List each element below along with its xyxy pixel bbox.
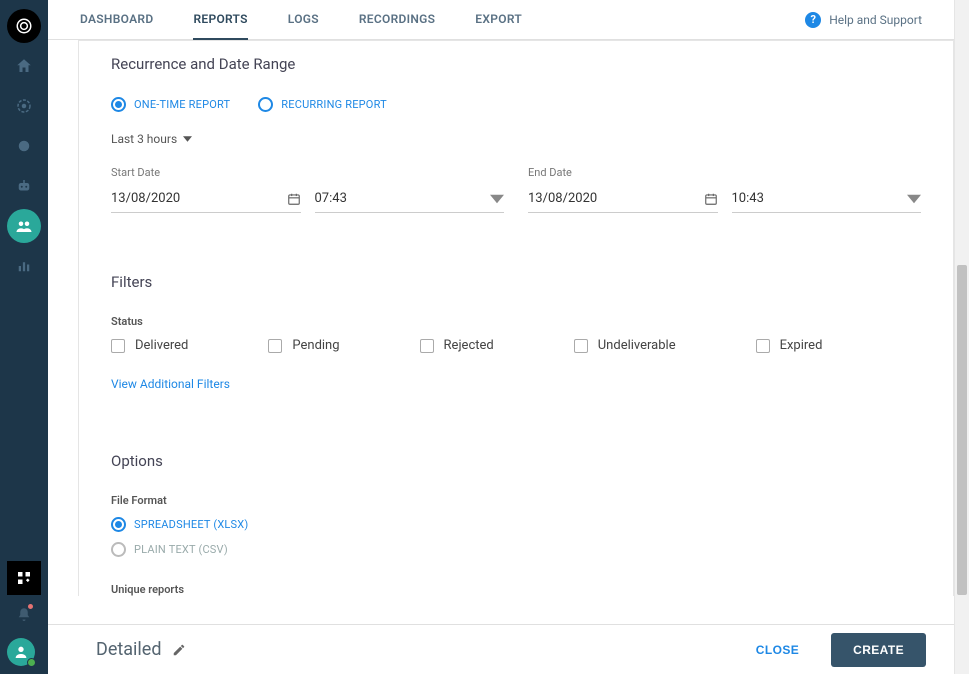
notification-dot-icon xyxy=(28,604,33,609)
status-undeliverable-label: Undeliverable xyxy=(598,338,676,353)
end-date-value: 13/08/2020 xyxy=(528,191,597,206)
tab-export[interactable]: EXPORT xyxy=(475,0,522,40)
end-date-group: End Date 13/08/2020 10:43 xyxy=(528,166,921,213)
status-pending-checkbox[interactable]: Pending xyxy=(268,338,339,353)
status-delivered-checkbox[interactable]: Delivered xyxy=(111,338,188,353)
sidebar-people[interactable] xyxy=(7,209,41,243)
radio-off-icon xyxy=(258,97,273,112)
grid-add-icon xyxy=(15,569,33,587)
report-name: Detailed xyxy=(96,639,186,660)
recurring-radio-label: RECURRING REPORT xyxy=(281,98,387,111)
close-button[interactable]: CLOSE xyxy=(734,633,821,667)
sidebar-notifications[interactable] xyxy=(7,598,41,632)
checkbox-icon xyxy=(756,339,770,353)
tab-recordings[interactable]: RECORDINGS xyxy=(359,0,435,40)
start-date-label: Start Date xyxy=(111,166,504,179)
radio-on-icon xyxy=(111,97,126,112)
sidebar-bottom xyxy=(7,558,41,674)
end-time-input[interactable]: 10:43 xyxy=(732,185,922,213)
footer-bar: Detailed CLOSE CREATE xyxy=(48,624,954,674)
sidebar-logo[interactable] xyxy=(7,9,41,43)
one-time-radio-label: ONE-TIME REPORT xyxy=(134,98,230,111)
user-icon xyxy=(13,644,29,660)
caret-down-icon xyxy=(907,192,921,206)
spiral-icon xyxy=(15,17,33,35)
target-icon xyxy=(15,97,33,115)
filters-section: Filters Status Delivered Pending Rejecte… xyxy=(78,253,954,433)
status-label: Status xyxy=(111,315,921,328)
start-date-input[interactable]: 13/08/2020 xyxy=(111,185,301,213)
status-rejected-label: Rejected xyxy=(444,338,494,353)
left-sidebar xyxy=(0,0,48,674)
sidebar-moon[interactable] xyxy=(7,129,41,163)
top-tabbar: DASHBOARD REPORTS LOGS RECORDINGS EXPORT… xyxy=(48,0,954,40)
report-form: Recurrence and Date Range ONE-TIME REPOR… xyxy=(78,40,954,624)
start-time-input[interactable]: 07:43 xyxy=(315,185,505,213)
sidebar-profile[interactable] xyxy=(7,638,35,666)
tab-logs[interactable]: LOGS xyxy=(288,0,319,40)
end-date-label: End Date xyxy=(528,166,921,179)
calendar-icon xyxy=(704,192,718,206)
file-format-label: File Format xyxy=(111,494,921,507)
start-time-value: 07:43 xyxy=(315,191,347,206)
radio-off-icon xyxy=(111,542,126,557)
format-xlsx-label: SPREADSHEET (XLSX) xyxy=(134,518,248,531)
status-expired-label: Expired xyxy=(780,338,823,353)
status-undeliverable-checkbox[interactable]: Undeliverable xyxy=(574,338,676,353)
view-additional-filters-link[interactable]: View Additional Filters xyxy=(111,377,230,391)
help-icon: ? xyxy=(805,12,821,28)
range-preset-label: Last 3 hours xyxy=(111,132,177,146)
help-label: Help and Support xyxy=(829,13,922,27)
caret-down-icon xyxy=(183,136,192,142)
start-date-value: 13/08/2020 xyxy=(111,191,180,206)
bot-icon xyxy=(15,177,33,195)
report-name-text: Detailed xyxy=(96,639,162,660)
options-title: Options xyxy=(111,452,921,470)
options-section: Options File Format SPREADSHEET (XLSX) P… xyxy=(78,432,954,596)
radio-on-icon xyxy=(111,517,126,532)
format-csv-radio[interactable]: PLAIN TEXT (CSV) xyxy=(111,542,921,557)
status-delivered-label: Delivered xyxy=(135,338,188,353)
sidebar-home[interactable] xyxy=(7,49,41,83)
calendar-icon xyxy=(287,192,301,206)
moon-icon xyxy=(15,137,33,155)
sidebar-analytics[interactable] xyxy=(7,249,41,283)
help-link[interactable]: ? Help and Support xyxy=(805,12,922,28)
status-rejected-checkbox[interactable]: Rejected xyxy=(420,338,494,353)
unique-reports-label: Unique reports xyxy=(111,583,921,596)
filters-title: Filters xyxy=(111,273,921,291)
sidebar-apps[interactable] xyxy=(7,561,41,595)
end-time-value: 10:43 xyxy=(732,191,764,206)
tab-reports[interactable]: REPORTS xyxy=(193,0,247,40)
checkbox-icon xyxy=(420,339,434,353)
sidebar-target[interactable] xyxy=(7,89,41,123)
people-icon xyxy=(15,217,33,235)
format-xlsx-radio[interactable]: SPREADSHEET (XLSX) xyxy=(111,517,921,532)
create-button[interactable]: CREATE xyxy=(831,633,926,667)
recurrence-section: Recurrence and Date Range ONE-TIME REPOR… xyxy=(78,40,954,254)
scrollbar-thumb[interactable] xyxy=(957,265,967,595)
start-date-group: Start Date 13/08/2020 07:43 xyxy=(111,166,504,213)
tab-dashboard[interactable]: DASHBOARD xyxy=(80,0,153,40)
scrollbar[interactable] xyxy=(954,0,969,674)
range-preset-dropdown[interactable]: Last 3 hours xyxy=(111,132,192,146)
end-date-input[interactable]: 13/08/2020 xyxy=(528,185,718,213)
checkbox-icon xyxy=(111,339,125,353)
recurrence-title: Recurrence and Date Range xyxy=(111,55,921,73)
status-pending-label: Pending xyxy=(292,338,339,353)
checkbox-icon xyxy=(268,339,282,353)
chart-icon xyxy=(15,257,33,275)
home-icon xyxy=(15,57,33,75)
format-csv-label: PLAIN TEXT (CSV) xyxy=(134,543,228,556)
workspace: DASHBOARD REPORTS LOGS RECORDINGS EXPORT… xyxy=(48,0,969,674)
presence-dot-icon xyxy=(27,658,36,667)
caret-down-icon xyxy=(490,192,504,206)
one-time-radio[interactable]: ONE-TIME REPORT xyxy=(111,97,230,112)
checkbox-icon xyxy=(574,339,588,353)
status-expired-checkbox[interactable]: Expired xyxy=(756,338,823,353)
recurring-radio[interactable]: RECURRING REPORT xyxy=(258,97,387,112)
sidebar-bot[interactable] xyxy=(7,169,41,203)
edit-icon[interactable] xyxy=(172,643,186,657)
